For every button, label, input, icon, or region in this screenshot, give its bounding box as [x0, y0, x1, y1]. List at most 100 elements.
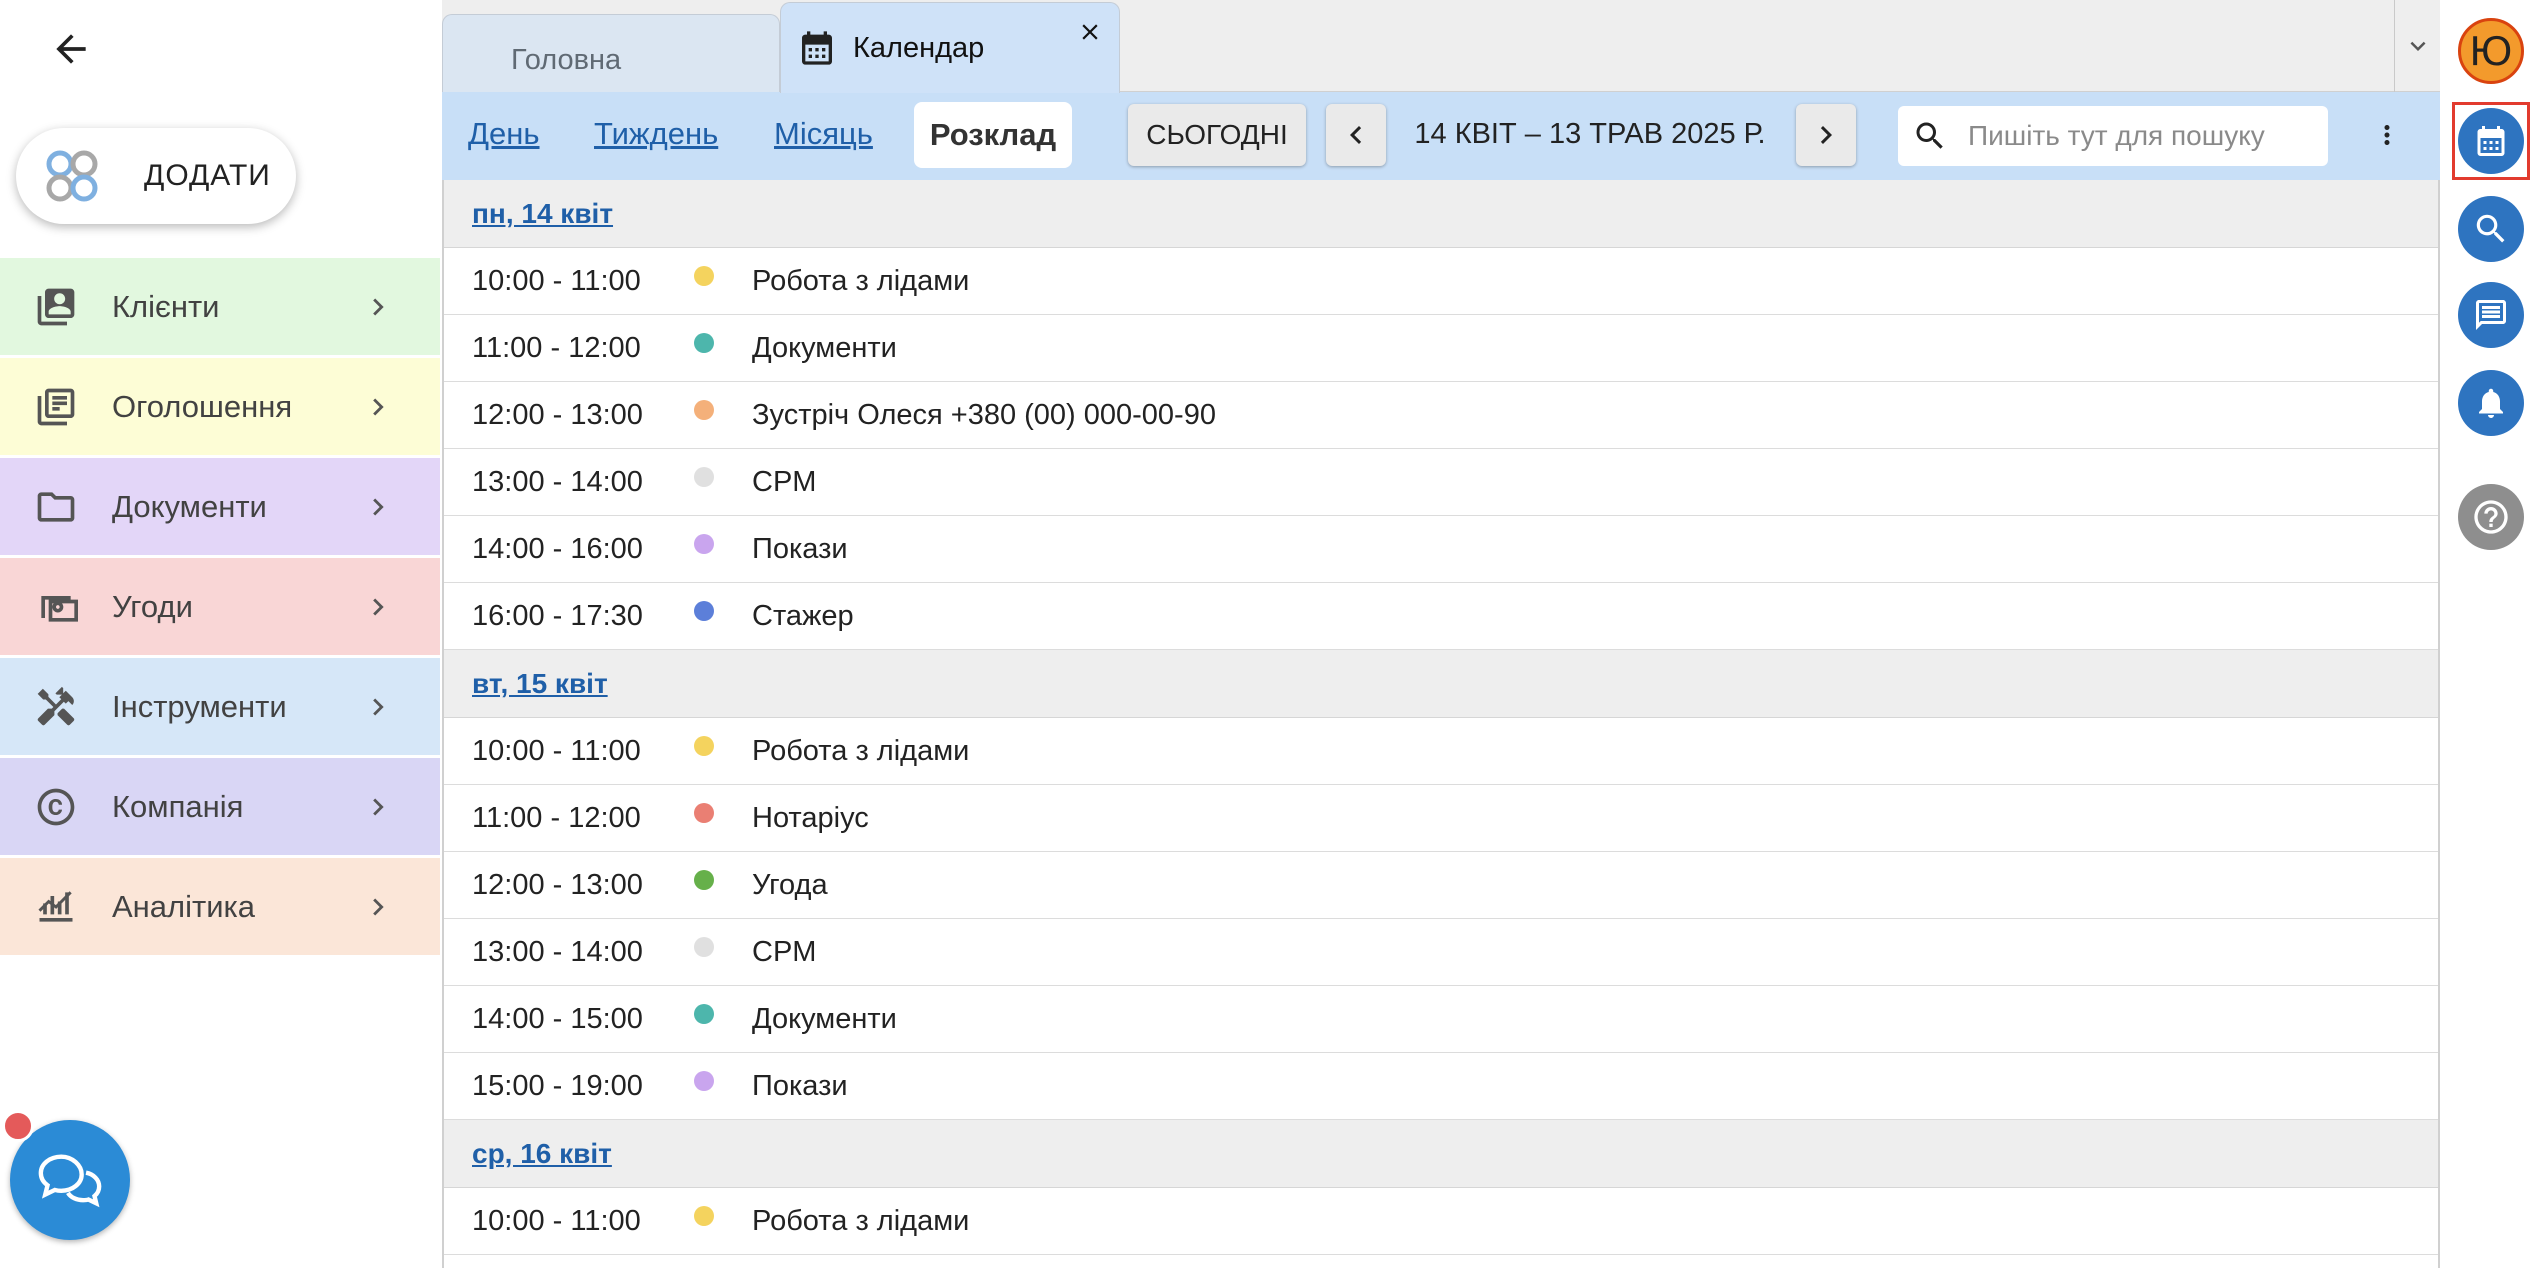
help-icon — [2474, 500, 2508, 534]
day-link[interactable]: пн, 14 квіт — [472, 198, 613, 230]
rail-search-button[interactable] — [2458, 196, 2524, 262]
rail-notifications-button[interactable] — [2458, 370, 2524, 436]
sidebar-item-company[interactable]: Компанія — [0, 758, 440, 855]
sidebar-item-label: Компанія — [112, 788, 244, 824]
event-row[interactable]: 11:00 - 12:00 Документи — [444, 315, 2438, 382]
event-row[interactable]: 15:00 - 19:00 Покази — [444, 1053, 2438, 1120]
sidebar-menu: Клієнти Оголошення Документи Угоди Інстр… — [0, 258, 440, 958]
day-header: вт, 15 квіт — [444, 650, 2438, 718]
event-row[interactable]: 14:00 - 15:00 Документи — [444, 986, 2438, 1053]
event-color-dot — [694, 1206, 714, 1226]
event-color-dot — [694, 400, 714, 420]
event-title: Нотаріус — [752, 801, 869, 834]
event-color-dot — [694, 266, 714, 286]
search-box — [1898, 106, 2328, 166]
more-vert-icon — [2384, 125, 2390, 145]
event-color-dot — [694, 467, 714, 487]
schedule-list: пн, 14 квіт 10:00 - 11:00 Робота з лідами… — [442, 180, 2440, 1268]
chevron-right-icon — [358, 287, 398, 327]
user-avatar[interactable]: Ю — [2458, 18, 2524, 84]
event-time: 10:00 - 11:00 — [472, 1204, 641, 1237]
event-title: Зустріч Олеся +380 (00) 000-00-90 — [752, 398, 1216, 431]
day-link[interactable]: ср, 16 квіт — [472, 1138, 612, 1170]
tab-bar: Головна Календар — [442, 0, 2440, 93]
back-button[interactable] — [44, 22, 98, 76]
event-title: Покази — [752, 532, 848, 565]
prev-range-button[interactable] — [1326, 104, 1386, 166]
chevron-right-icon — [1820, 126, 1832, 144]
day-link[interactable]: вт, 15 квіт — [472, 668, 608, 700]
tab-label: Календар — [853, 31, 985, 64]
view-month-link[interactable]: Місяць — [774, 116, 873, 152]
tab-home[interactable]: Головна — [442, 14, 780, 92]
event-color-dot — [694, 1071, 714, 1091]
more-options-button[interactable] — [2372, 110, 2402, 160]
close-icon — [1082, 24, 1098, 40]
sidebar-item-label: Документи — [112, 488, 267, 524]
tabs-dropdown-button[interactable] — [2394, 0, 2440, 92]
message-icon — [2476, 300, 2506, 330]
view-schedule-button[interactable]: Розклад — [914, 102, 1072, 168]
tools-icon — [30, 681, 82, 733]
sidebar-item-tools[interactable]: Інструменти — [0, 658, 440, 755]
view-week-link[interactable]: Тиждень — [594, 116, 718, 152]
listing-icon — [30, 381, 82, 433]
rail-calendar-button[interactable] — [2458, 108, 2524, 174]
chevron-right-icon — [358, 587, 398, 627]
event-row[interactable]: 10:00 - 11:00 Робота з лідами — [444, 718, 2438, 785]
tab-label: Головна — [511, 44, 622, 76]
sidebar-item-label: Оголошення — [112, 388, 293, 424]
event-row[interactable]: 10:00 - 11:00 Робота з лідами — [444, 248, 2438, 315]
event-time: 14:00 - 16:00 — [472, 532, 643, 565]
event-row[interactable]: 14:00 - 16:00 Покази — [444, 516, 2438, 583]
event-row[interactable]: 16:00 - 17:30 Стажер — [444, 583, 2438, 650]
event-row[interactable]: 10:00 - 11:00 Робота з лідами — [444, 1188, 2438, 1255]
event-color-dot — [694, 333, 714, 353]
sidebar-item-label: Інструменти — [112, 688, 287, 724]
event-time: 16:00 - 17:30 — [472, 599, 643, 632]
event-row[interactable]: 12:00 - 13:00 Угода — [444, 852, 2438, 919]
sidebar-item-deals[interactable]: Угоди — [0, 558, 440, 655]
event-title: Документи — [752, 1002, 897, 1035]
add-button[interactable]: ДОДАТИ — [16, 128, 296, 224]
search-input[interactable] — [1968, 120, 2328, 152]
sidebar-item-clients[interactable]: Клієнти — [0, 258, 440, 355]
day-header: ср, 16 квіт — [444, 1120, 2438, 1188]
event-row[interactable]: 13:00 - 14:00 CPM — [444, 449, 2438, 516]
close-tab-button[interactable] — [1075, 17, 1105, 47]
event-row[interactable]: 12:00 - 13:00 Зустріч Олеся +380 (00) 000… — [444, 382, 2438, 449]
add-button-label: ДОДАТИ — [144, 159, 271, 192]
rail-help-button[interactable] — [2458, 484, 2524, 550]
event-color-dot — [694, 534, 714, 554]
tab-calendar[interactable]: Календар — [780, 2, 1120, 93]
event-time: 12:00 - 13:00 — [472, 398, 643, 431]
today-button[interactable]: СЬОГОДНІ — [1128, 104, 1306, 166]
sidebar-item-analytics[interactable]: Аналітика — [0, 858, 440, 955]
sidebar-item-listings[interactable]: Оголошення — [0, 358, 440, 455]
event-color-dot — [694, 870, 714, 890]
view-day-link[interactable]: День — [468, 116, 540, 152]
chevron-right-icon — [358, 487, 398, 527]
sidebar: ДОДАТИ Клієнти Оголошення Документи Угод… — [0, 0, 440, 1268]
event-time: 11:00 - 12:00 — [472, 331, 641, 364]
next-range-button[interactable] — [1796, 104, 1856, 166]
calendar-icon — [2477, 126, 2505, 156]
search-icon — [2476, 214, 2505, 243]
analytics-icon — [30, 881, 82, 933]
event-color-dot — [694, 1004, 714, 1024]
money-icon — [30, 581, 82, 633]
rail-messages-button[interactable] — [2458, 282, 2524, 348]
main-area: Головна Календар День Тиждень Місяць Роз… — [442, 0, 2440, 1268]
event-title: Робота з лідами — [752, 1204, 970, 1237]
event-title: Робота з лідами — [752, 264, 970, 297]
event-title: Робота з лідами — [752, 734, 970, 767]
sidebar-item-label: Угоди — [112, 588, 193, 624]
event-title: CPM — [752, 935, 817, 968]
event-row[interactable]: 13:00 - 14:00 CPM — [444, 919, 2438, 986]
chevron-right-icon — [358, 787, 398, 827]
event-time: 10:00 - 11:00 — [472, 734, 641, 767]
event-title: CPM — [752, 465, 817, 498]
sidebar-item-documents[interactable]: Документи — [0, 458, 440, 555]
event-row[interactable]: 11:00 - 12:00 Нотаріус — [444, 785, 2438, 852]
day-header: пн, 14 квіт — [444, 180, 2438, 248]
